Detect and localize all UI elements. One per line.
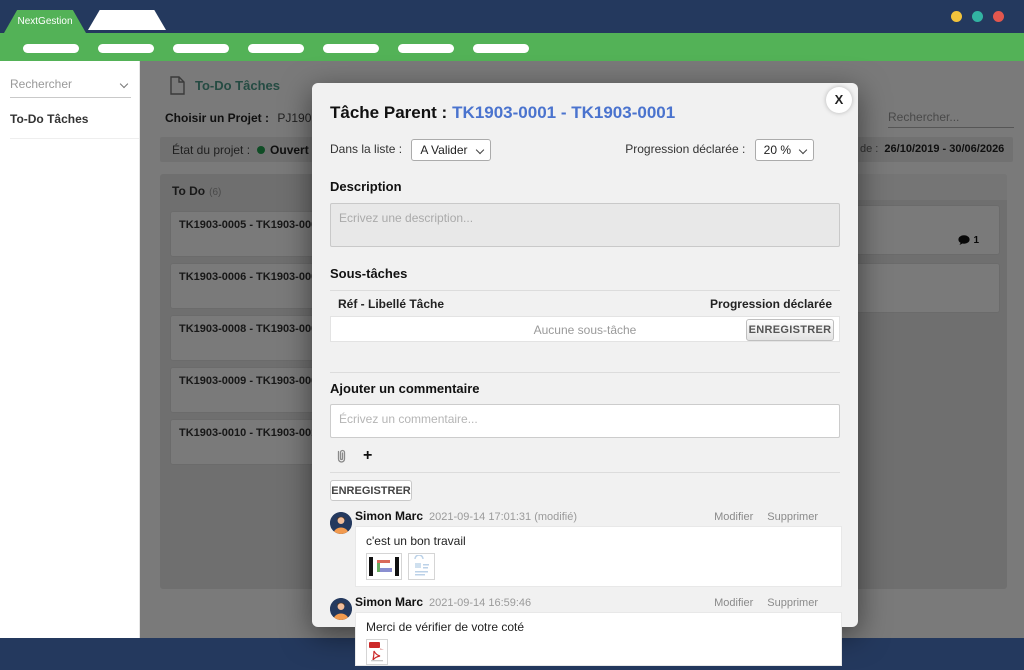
nav-pill[interactable] [248, 44, 304, 53]
document-attachment-thumbnail[interactable] [408, 553, 435, 580]
window-close-button[interactable] [993, 11, 1004, 22]
comment-timestamp: 2021-09-14 17:01:31 (modifié) [429, 511, 577, 523]
paperclip-icon[interactable] [334, 448, 349, 464]
comment-save-button[interactable]: ENREGISTRER [330, 480, 412, 501]
description-heading: Description [330, 179, 402, 194]
save-button[interactable]: ENREGISTRER [746, 319, 834, 341]
nav-pill[interactable] [323, 44, 379, 53]
comment-body: Merci de vérifier de votre coté [355, 612, 842, 666]
avatar [330, 512, 352, 534]
window-titlebar: NextGestion [0, 0, 1024, 33]
nav-pill[interactable] [98, 44, 154, 53]
app-window: NextGestion Rechercher To-Do Tâches Rech… [0, 0, 1024, 670]
modal-title-task-ref: TK1903-0001 - TK1903-0001 [452, 103, 676, 122]
modal-title: Tâche Parent : TK1903-0001 - TK1903-0001 [330, 103, 840, 123]
comment-delete-link[interactable]: Supprimer [767, 597, 818, 609]
list-select[interactable]: A Valider [411, 139, 491, 161]
nav-pill[interactable] [173, 44, 229, 53]
progress-label: Progression déclarée : [625, 142, 746, 157]
comment-item: Simon Marc 2021-09-14 16:59:46 Modifier … [330, 595, 842, 666]
window-minimize-button[interactable] [951, 11, 962, 22]
avatar [330, 598, 352, 620]
comment-timestamp: 2021-09-14 16:59:46 [429, 597, 532, 609]
list-select-value: A Valider [420, 143, 468, 157]
progress-select[interactable]: 20 % [754, 139, 814, 161]
main-navbar [0, 33, 1024, 61]
pdf-attachment-thumbnail[interactable] [366, 639, 388, 665]
list-label: Dans la liste : [330, 142, 403, 157]
comment-item: Simon Marc 2021-09-14 17:01:31 (modifié)… [330, 509, 842, 587]
brand-tab[interactable]: NextGestion [4, 10, 86, 33]
comment-author: Simon Marc [355, 509, 424, 523]
subtasks-col-progress: Progression déclarée [709, 297, 832, 311]
subtasks-heading: Sous-tâches [330, 266, 408, 281]
comment-edit-link[interactable]: Modifier [714, 511, 753, 523]
comment-text: Merci de vérifier de votre coté [366, 620, 525, 634]
add-comment-heading: Ajouter un commentaire [330, 381, 480, 396]
task-modal: X Tâche Parent : TK1903-0001 - TK1903-000… [312, 83, 858, 666]
window-buttons [951, 11, 1004, 22]
comment-author: Simon Marc [355, 595, 424, 609]
comment-edit-link[interactable]: Modifier [714, 597, 753, 609]
modal-title-label: Tâche Parent : [330, 103, 448, 122]
nav-pill[interactable] [398, 44, 454, 53]
comment-delete-link[interactable]: Supprimer [767, 511, 818, 523]
chevron-down-icon [119, 79, 129, 89]
chevron-down-icon [798, 145, 808, 155]
window-maximize-button[interactable] [972, 11, 983, 22]
close-icon[interactable]: X [826, 87, 852, 113]
blank-tab[interactable] [88, 10, 166, 30]
comment-text: c'est un bon travail [366, 534, 466, 548]
sidebar: Rechercher To-Do Tâches [0, 61, 140, 638]
add-attachment-icon[interactable]: + [363, 448, 372, 464]
nav-pill[interactable] [23, 44, 79, 53]
nav-pill[interactable] [473, 44, 529, 53]
sidebar-search-placeholder: Rechercher [10, 77, 73, 91]
description-textarea[interactable] [330, 203, 840, 247]
subtasks-col-ref: Réf - Libellé Tâche [338, 297, 445, 311]
chart-image-attachment-thumbnail[interactable] [366, 553, 402, 580]
sidebar-search-dropdown[interactable]: Rechercher [10, 77, 131, 98]
comment-textarea[interactable] [330, 404, 840, 438]
sidebar-item-todo-taches[interactable]: To-Do Tâches [10, 112, 139, 139]
progress-select-value: 20 % [763, 143, 791, 157]
comment-body: c'est un bon travail [355, 526, 842, 587]
chevron-down-icon [475, 145, 484, 155]
